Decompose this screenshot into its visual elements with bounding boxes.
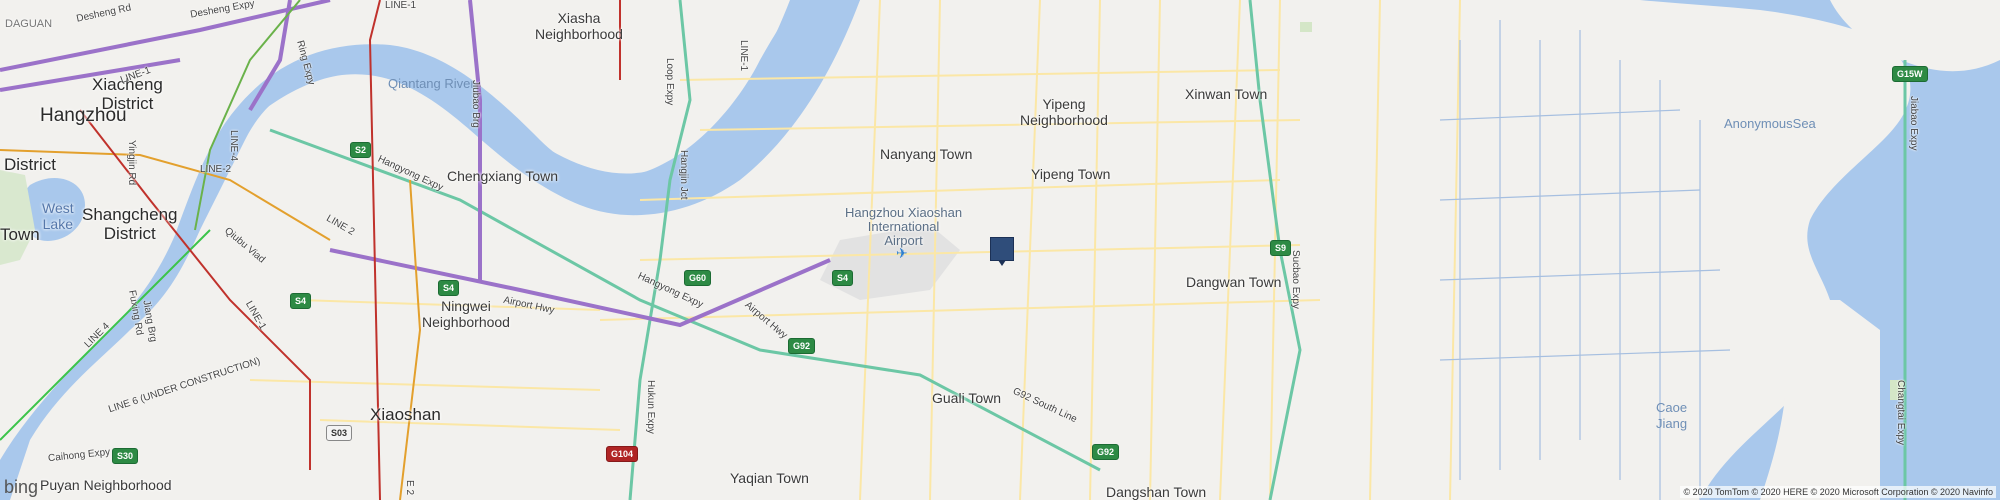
- map-attribution: © 2020 TomTom © 2020 HERE © 2020 Microso…: [1680, 486, 1996, 498]
- neighborhood-label-ningwei: Ningwei Neighborhood: [422, 298, 510, 330]
- river-label-qiantang: Qiantang River: [388, 76, 475, 91]
- neighborhood-label-puyan: Puyan Neighborhood: [40, 477, 172, 493]
- town-label-guali: Guali Town: [932, 390, 1002, 406]
- neighborhood-label-xiasha: Xiasha Neighborhood: [535, 10, 623, 42]
- road-label-line4-a: LINE-4: [228, 130, 239, 162]
- road-label-loop-expy: Loop Expy: [664, 58, 675, 106]
- road-label-line1-top: LINE-1: [385, 0, 417, 11]
- city-label-hangzhou: Hangzhou: [40, 105, 127, 126]
- road-label-hangjin-jct: Hangjin Jct: [678, 150, 689, 200]
- road-label-changtai-expy: Changtai Expy: [1895, 380, 1906, 446]
- airport-icon: ✈: [896, 245, 908, 261]
- road-label-yingjin-rd: Yingjin Rd: [126, 140, 137, 186]
- town-label-xinwan: Xinwan Town: [1185, 86, 1268, 102]
- town-label-yaqian: Yaqian Town: [730, 470, 809, 486]
- town-label-chengxiang: Chengxiang Town: [447, 168, 559, 184]
- shield-s4-a: S4: [290, 293, 312, 309]
- shield-g92-a: G92: [788, 338, 816, 354]
- bing-logo: bing: [0, 475, 42, 500]
- town-label-nanyang: Nanyang Town: [880, 146, 973, 162]
- town-label-yipeng: Yipeng Town: [1031, 166, 1111, 182]
- road-label-line1-b: LINE-1: [738, 40, 749, 72]
- airport-label: Hangzhou Xiaoshan International Airport: [845, 205, 963, 248]
- town-label-partial: Town: [0, 225, 40, 244]
- river-label-caoe: Caoe Jiang: [1656, 400, 1688, 431]
- district-label-partial: District: [4, 155, 56, 174]
- road-label-jiabao-expy: Jiabao Expy: [1908, 96, 1919, 151]
- road-label-e2: E 2: [404, 480, 415, 496]
- road-label-jiubao-brg: Jiubao Brg: [470, 80, 481, 128]
- town-label-dangshan: Dangshan Town: [1106, 484, 1207, 500]
- shield-g92-b: G92: [1092, 444, 1120, 460]
- location-marker-icon[interactable]: [990, 237, 1014, 266]
- lake-label-west-lake: West Lake: [42, 200, 74, 232]
- road-label-hukun-expy: Hukun Expy: [645, 380, 656, 434]
- map-view[interactable]: DAGUAN Xiacheng District Hangzhou Distri…: [0, 0, 2000, 500]
- shield-g15w: G15W: [1892, 66, 1928, 82]
- shield-s4-b: S4: [438, 280, 460, 296]
- sea-label: AnonymousSea: [1724, 116, 1816, 131]
- district-label-xiaoshan: Xiaoshan: [370, 405, 441, 424]
- road-label-line2-b: LINE-2: [200, 164, 232, 175]
- shield-s30: S30: [112, 448, 139, 464]
- shield-s9: S9: [1270, 240, 1292, 256]
- town-label-dangwan: Dangwan Town: [1186, 274, 1282, 290]
- shield-s4-c: S4: [832, 270, 854, 286]
- neighborhood-label-yipeng: Yipeng Neighborhood: [1020, 96, 1108, 128]
- district-label-shangcheng: Shangcheng District: [82, 205, 178, 243]
- shield-s2: S2: [350, 142, 372, 158]
- shield-g60: G60: [684, 270, 712, 286]
- district-label-daguan: DAGUAN: [5, 18, 53, 30]
- bing-logo-text: bing: [4, 477, 39, 497]
- road-label-sucbao-expy: Sucbao Expy: [1290, 250, 1301, 309]
- shield-s03: S03: [326, 425, 353, 441]
- shield-g104: G104: [606, 446, 639, 462]
